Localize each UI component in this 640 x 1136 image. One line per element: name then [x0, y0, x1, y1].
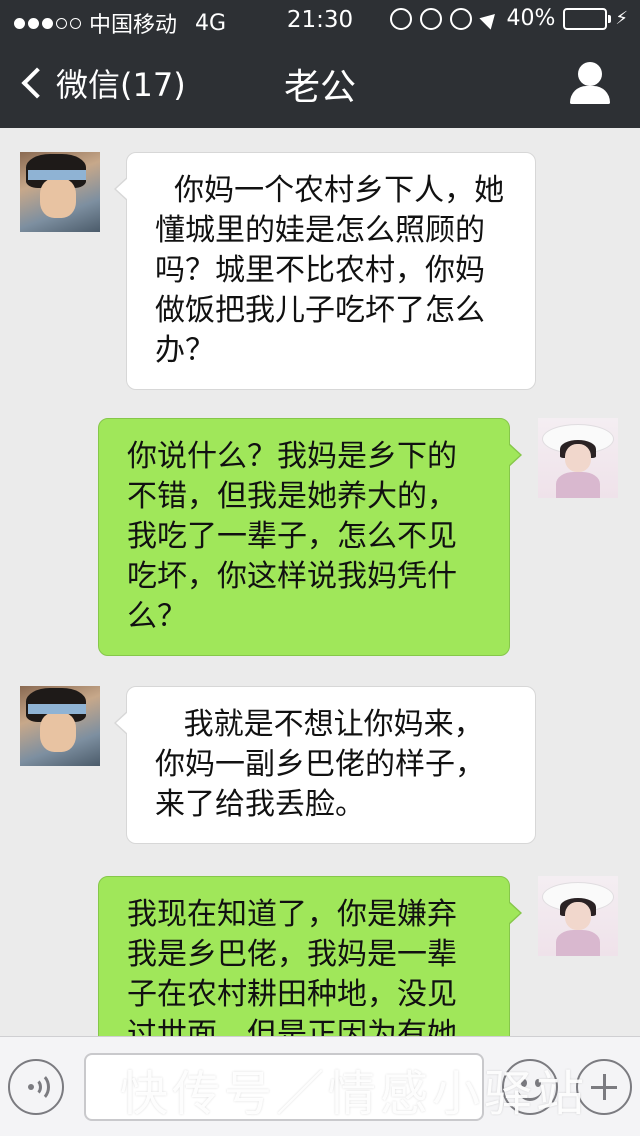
battery-percent: 40%: [506, 6, 556, 31]
chat-area[interactable]: 你妈一个农村乡下人，她懂城里的娃是怎么照顾的吗？城里不比农村，你妈做饭把我儿子吃…: [0, 128, 640, 1036]
message-bubble-sent[interactable]: 我现在知道了，你是嫌弃我是乡巴佬，我妈是一辈子在农村耕田种地，没见过世面，但是正…: [98, 876, 522, 1036]
smiley-icon: [521, 1079, 527, 1087]
voice-button[interactable]: [8, 1059, 64, 1115]
contact-profile-icon[interactable]: [568, 62, 612, 106]
top-header: 中国移动 4G 21:30 40% ⚡ 微信(17) 老公: [0, 0, 640, 128]
rotation-lock-icon: [420, 7, 443, 30]
input-bar: [0, 1036, 640, 1136]
status-right: 40% ⚡: [390, 6, 628, 31]
message-text: 你说什么？我妈是乡下的不错，但我是她养大的，我吃了一辈子，怎么不见吃坏，你这样说…: [127, 439, 457, 634]
my-avatar[interactable]: [538, 418, 618, 498]
emoji-button[interactable]: [502, 1059, 558, 1115]
charging-bolt-icon: ⚡: [615, 8, 628, 29]
chat-title: 老公: [283, 67, 356, 108]
message-bubble-sent[interactable]: 你说什么？我妈是乡下的不错，但我是她养大的，我吃了一辈子，怎么不见吃坏，你这样说…: [98, 418, 522, 656]
my-avatar[interactable]: [538, 876, 618, 956]
location-arrow-icon: [480, 10, 498, 28]
husband-avatar[interactable]: [20, 152, 100, 232]
message-bubble-received[interactable]: 你妈一个农村乡下人，她懂城里的娃是怎么照顾的吗？城里不比农村，你妈做饭把我儿子吃…: [114, 152, 536, 390]
message-text: 你妈一个农村乡下人，她懂城里的娃是怎么照顾的吗？城里不比农村，你妈做饭把我儿子吃…: [155, 173, 505, 368]
nav-bar: 微信(17) 老公: [0, 40, 640, 128]
message-text: 我现在知道了，你是嫌弃我是乡巴佬，我妈是一辈子在农村耕田种地，没见过世面，但是正…: [127, 897, 457, 1036]
battery-icon: [563, 7, 612, 30]
alarm-icon: [450, 7, 473, 30]
message-bubble-received[interactable]: 我就是不想让你妈来，你妈一副乡巴佬的样子，来了给我丢脸。: [114, 686, 536, 844]
more-plus-button[interactable]: [576, 1059, 632, 1115]
husband-avatar[interactable]: [20, 686, 100, 766]
message-text: 我就是不想让你妈来，你妈一副乡巴佬的样子，来了给我丢脸。: [155, 707, 485, 822]
plus-circle-icon: [390, 7, 413, 30]
status-bar: 中国移动 4G 21:30 40% ⚡: [0, 0, 640, 40]
message-input[interactable]: [84, 1053, 484, 1121]
